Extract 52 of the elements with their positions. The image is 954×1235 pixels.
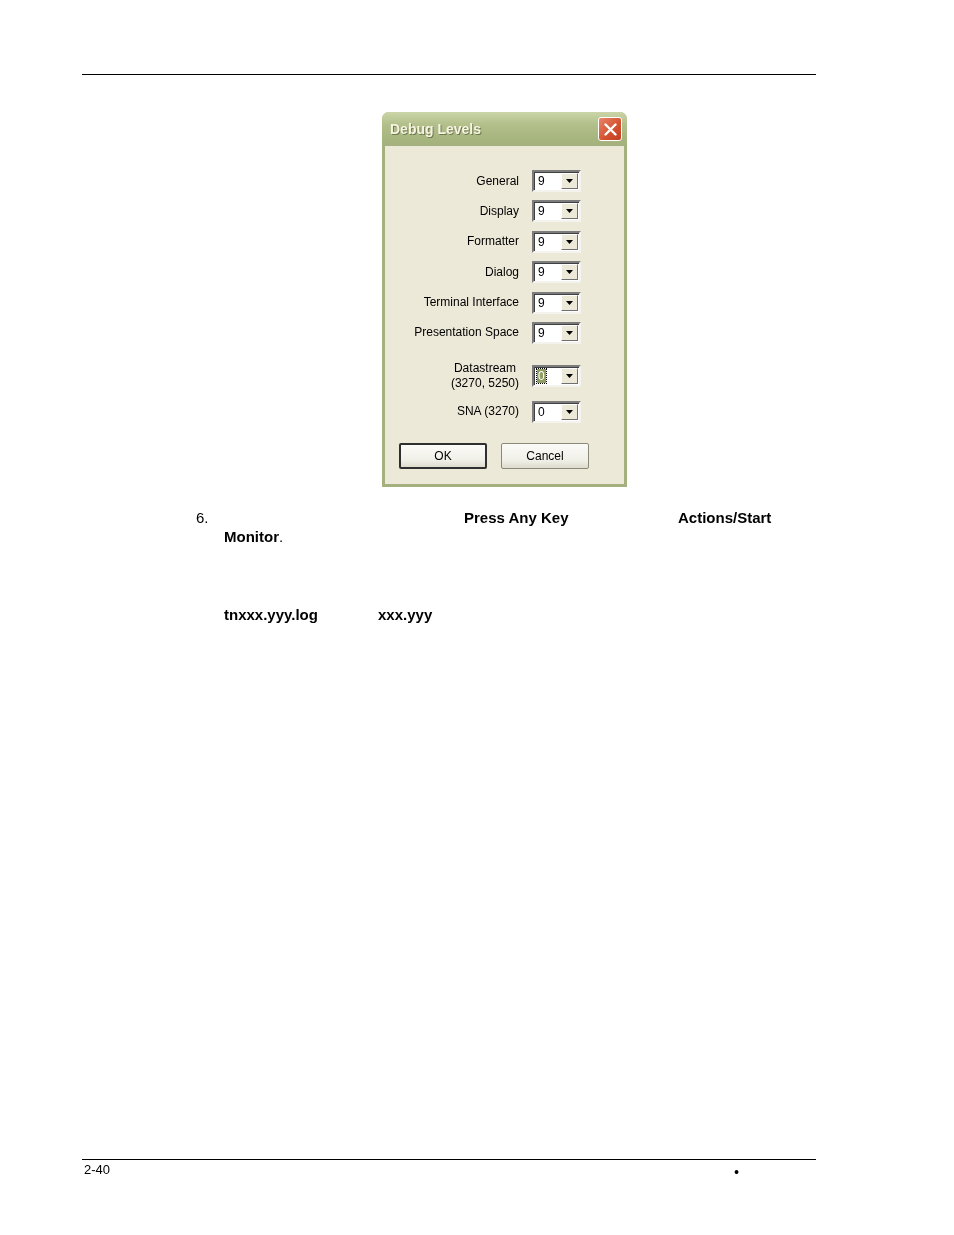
caret-icon: [566, 209, 573, 214]
dropdown-value: 9: [537, 265, 546, 280]
field-label: Formatter: [467, 234, 519, 250]
dropdown-button[interactable]: [561, 294, 578, 311]
close-button[interactable]: [598, 117, 622, 141]
dropdown-button[interactable]: [561, 264, 578, 281]
caret-icon: [566, 330, 573, 335]
dropdown-button[interactable]: [561, 367, 578, 384]
caret-icon: [566, 300, 573, 305]
caret-icon: [566, 179, 573, 183]
dropdown-field[interactable]: 9: [532, 261, 581, 284]
bold-term: Press Any Key: [464, 507, 569, 527]
dropdown-field[interactable]: 9: [532, 291, 581, 314]
close-icon: [603, 122, 617, 136]
field-label: Terminal Interface: [423, 295, 519, 311]
dialog-title: Debug Levels: [390, 121, 482, 137]
dropdown-value: 9: [537, 234, 546, 249]
body-text: Monitor.: [224, 526, 284, 546]
dropdown-button[interactable]: [561, 203, 578, 220]
dropdown-value: 9: [537, 204, 546, 219]
ok-button[interactable]: OK: [399, 442, 487, 469]
dropdown-button[interactable]: [561, 324, 578, 341]
step-number: 6.: [196, 507, 210, 527]
dropdown-field[interactable]: 9: [532, 321, 581, 344]
bold-term: Actions/Start: [678, 507, 772, 527]
dropdown-field[interactable]: 9: [532, 170, 581, 192]
dropdown-button[interactable]: [561, 173, 578, 189]
caret-icon: [566, 270, 573, 275]
bold-term: xxx.yyy: [378, 604, 433, 624]
dropdown-field[interactable]: 9: [532, 230, 581, 253]
dropdown-button[interactable]: [561, 233, 578, 250]
field-label: Dialog: [484, 264, 519, 280]
field-label: Display: [479, 203, 519, 219]
footer-mark: •: [734, 1164, 739, 1180]
caret-icon: [566, 373, 573, 378]
dropdown-field[interactable]: 9: [532, 200, 581, 223]
dropdown-value: 9: [537, 295, 546, 310]
dropdown-value: 0: [537, 404, 546, 419]
field-label: SNA (3270): [456, 404, 519, 420]
dropdown-value: 0: [537, 368, 546, 383]
caret-icon: [566, 239, 573, 244]
dropdown-field[interactable]: 0: [532, 400, 581, 423]
dropdown-value: 9: [537, 174, 546, 188]
dropdown-value: 9: [537, 325, 546, 340]
caret-icon: [566, 409, 573, 414]
cancel-button[interactable]: Cancel: [501, 442, 589, 469]
dropdown-button[interactable]: [561, 403, 578, 420]
field-label: Datastream (3270, 5250): [450, 360, 519, 391]
bold-term: tnxxx.yyy.log: [224, 604, 318, 624]
page-number: 2-40: [84, 1162, 111, 1178]
field-label: General: [476, 173, 519, 189]
field-label: Presentation Space: [414, 325, 519, 341]
